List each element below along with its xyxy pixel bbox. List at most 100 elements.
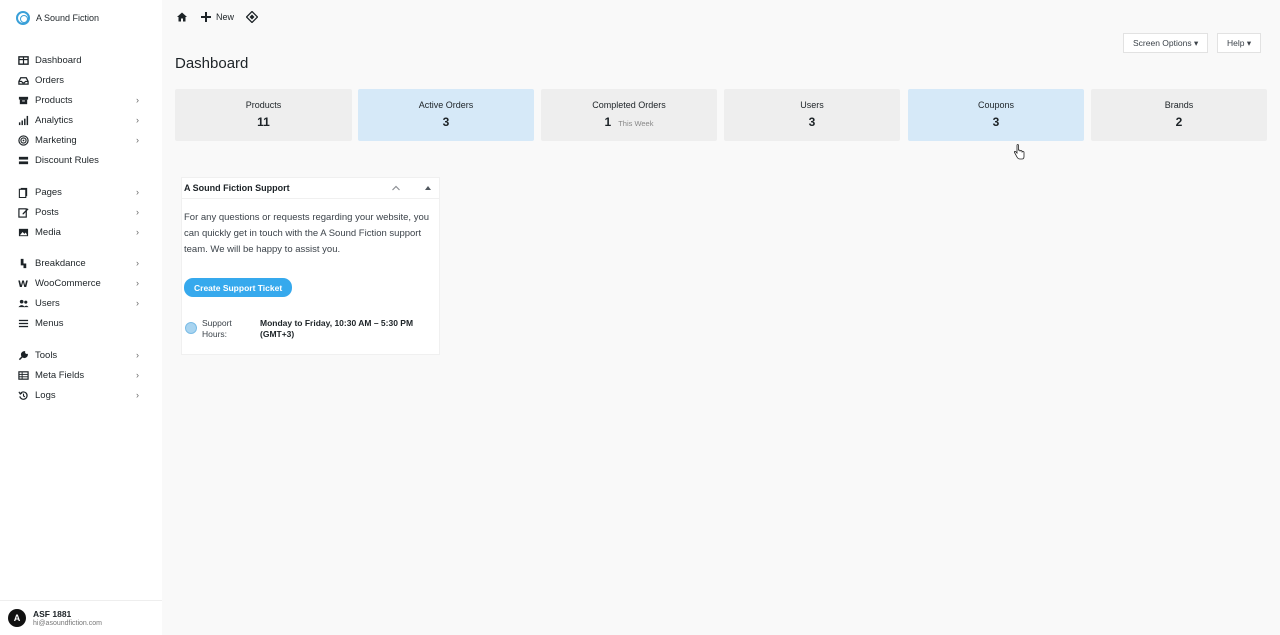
sidebar-item-orders[interactable]: Orders	[0, 70, 162, 90]
clock-icon	[185, 322, 197, 334]
stat-title: Brands	[1164, 100, 1194, 110]
sidebar-item-label: Breakdance	[35, 257, 86, 269]
target-icon	[18, 134, 29, 146]
hand-cursor-icon	[1013, 144, 1025, 160]
avatar: A	[8, 609, 26, 627]
user-footer[interactable]: A ASF 1881 hi@asoundfiction.com	[0, 600, 162, 635]
stat-value: 3	[442, 115, 450, 129]
chevron-right-icon: ›	[136, 278, 139, 288]
sidebar-item-users[interactable]: Users ›	[0, 293, 162, 313]
chevron-right-icon: ›	[136, 227, 139, 237]
breakdance-button[interactable]	[246, 11, 259, 23]
widget-body-text: For any questions or requests regarding …	[184, 212, 430, 255]
widget-header: A Sound Fiction Support	[182, 178, 439, 199]
sidebar-item-label: Analytics	[35, 114, 74, 126]
stat-card-brands[interactable]: Brands 2	[1091, 89, 1267, 141]
sidebar-item-products[interactable]: Products ›	[0, 90, 162, 110]
stat-card-coupons[interactable]: Coupons 3	[908, 89, 1084, 141]
bar-chart-icon	[18, 115, 29, 126]
stat-card-products[interactable]: Products 11	[175, 89, 352, 141]
sidebar-item-label: Pages	[35, 186, 62, 198]
sidebar-item-woocommerce[interactable]: W WooCommerce ›	[0, 273, 162, 293]
sidebar-item-logs[interactable]: Logs ›	[0, 385, 162, 405]
brand[interactable]: A Sound Fiction	[16, 11, 99, 25]
screen-options-button[interactable]: Screen Options ▾	[1123, 33, 1209, 53]
stat-title: Coupons	[977, 100, 1015, 110]
widget-title: A Sound Fiction Support	[184, 183, 290, 193]
chevron-right-icon: ›	[136, 390, 139, 400]
chevron-right-icon: ›	[136, 207, 139, 217]
sidebar-item-label: Users	[35, 297, 60, 309]
image-icon	[18, 227, 29, 238]
circle-logo-icon	[16, 11, 30, 25]
sidebar-item-label: Marketing	[35, 134, 77, 146]
dashboard-icon	[18, 55, 29, 66]
sidebar-item-label: Menus	[35, 317, 64, 329]
sidebar-item-meta-fields[interactable]: Meta Fields ›	[0, 365, 162, 385]
users-icon	[18, 298, 29, 309]
sidebar-item-label: Products	[35, 94, 73, 106]
chevron-right-icon: ›	[136, 370, 139, 380]
sidebar-item-label: Logs	[35, 389, 56, 401]
chevron-right-icon: ›	[136, 135, 139, 145]
history-icon	[18, 390, 29, 401]
user-name: ASF 1881	[33, 608, 72, 619]
sidebar-item-discount-rules[interactable]: Discount Rules	[0, 150, 162, 170]
stat-card-active-orders[interactable]: Active Orders 3	[358, 89, 534, 141]
sidebar-item-label: Meta Fields	[35, 369, 85, 381]
chevron-right-icon: ›	[136, 350, 139, 360]
chevron-right-icon: ›	[136, 298, 139, 308]
caret-up-icon[interactable]	[424, 184, 432, 192]
stat-card-users[interactable]: Users 3	[724, 89, 900, 141]
sidebar-item-marketing[interactable]: Marketing ›	[0, 130, 162, 150]
sidebar-item-tools[interactable]: Tools ›	[0, 345, 162, 365]
chevron-right-icon: ›	[136, 258, 139, 268]
box-icon	[18, 95, 29, 106]
menu-icon	[18, 318, 29, 329]
plus-icon	[201, 12, 211, 22]
user-email: hi@asoundfiction.com	[33, 619, 102, 627]
edit-icon	[18, 207, 29, 218]
sidebar-item-label: Posts	[35, 206, 59, 218]
support-widget: A Sound Fiction Support For any question…	[181, 177, 440, 355]
sidebar-item-analytics[interactable]: Analytics ›	[0, 110, 162, 130]
sidebar-item-label: Discount Rules	[35, 154, 99, 166]
user-info: ASF 1881 hi@asoundfiction.com	[33, 609, 102, 628]
pages-icon	[18, 187, 29, 198]
sidebar-item-posts[interactable]: Posts ›	[0, 202, 162, 222]
chevron-right-icon: ›	[136, 115, 139, 125]
new-label: New	[216, 12, 235, 22]
stat-value: 3	[992, 115, 1000, 129]
help-button[interactable]: Help ▾	[1217, 33, 1262, 53]
inbox-icon	[18, 75, 29, 86]
woo-icon: W	[18, 278, 29, 289]
stat-value: 2	[1175, 115, 1183, 129]
stat-value: 1	[604, 115, 612, 129]
diamond-icon	[246, 11, 259, 23]
sidebar-item-breakdance[interactable]: Breakdance ›	[0, 253, 162, 273]
home-icon	[177, 12, 187, 22]
stat-value: 3	[808, 115, 816, 129]
sidebar-item-pages[interactable]: Pages ›	[0, 182, 162, 202]
sidebar-item-label: Dashboard	[35, 54, 82, 66]
sidebar-item-menus[interactable]: Menus	[0, 313, 162, 333]
table-icon	[18, 370, 29, 381]
stat-value: 11	[257, 115, 270, 129]
breakdance-icon	[18, 258, 29, 269]
stat-sub: This Week	[618, 119, 654, 128]
chevron-up-icon[interactable]	[391, 183, 401, 193]
stat-card-completed-orders[interactable]: Completed Orders 1 This Week	[541, 89, 717, 141]
stat-value-row: 1 This Week	[541, 115, 717, 129]
brand-name: A Sound Fiction	[36, 13, 100, 23]
svg-text:W: W	[18, 279, 28, 289]
sidebar-item-dashboard[interactable]: Dashboard	[0, 50, 162, 70]
create-support-ticket-button[interactable]: Create Support Ticket	[184, 278, 293, 297]
stat-title: Products	[245, 100, 282, 110]
sidebar-item-media[interactable]: Media ›	[0, 222, 162, 242]
home-button[interactable]	[176, 11, 188, 23]
sidebar-item-label: Media	[35, 226, 61, 238]
stat-title: Completed Orders	[592, 100, 666, 110]
new-button[interactable]: New	[200, 11, 234, 23]
chevron-right-icon: ›	[136, 187, 139, 197]
page-title: Dashboard	[175, 55, 249, 72]
